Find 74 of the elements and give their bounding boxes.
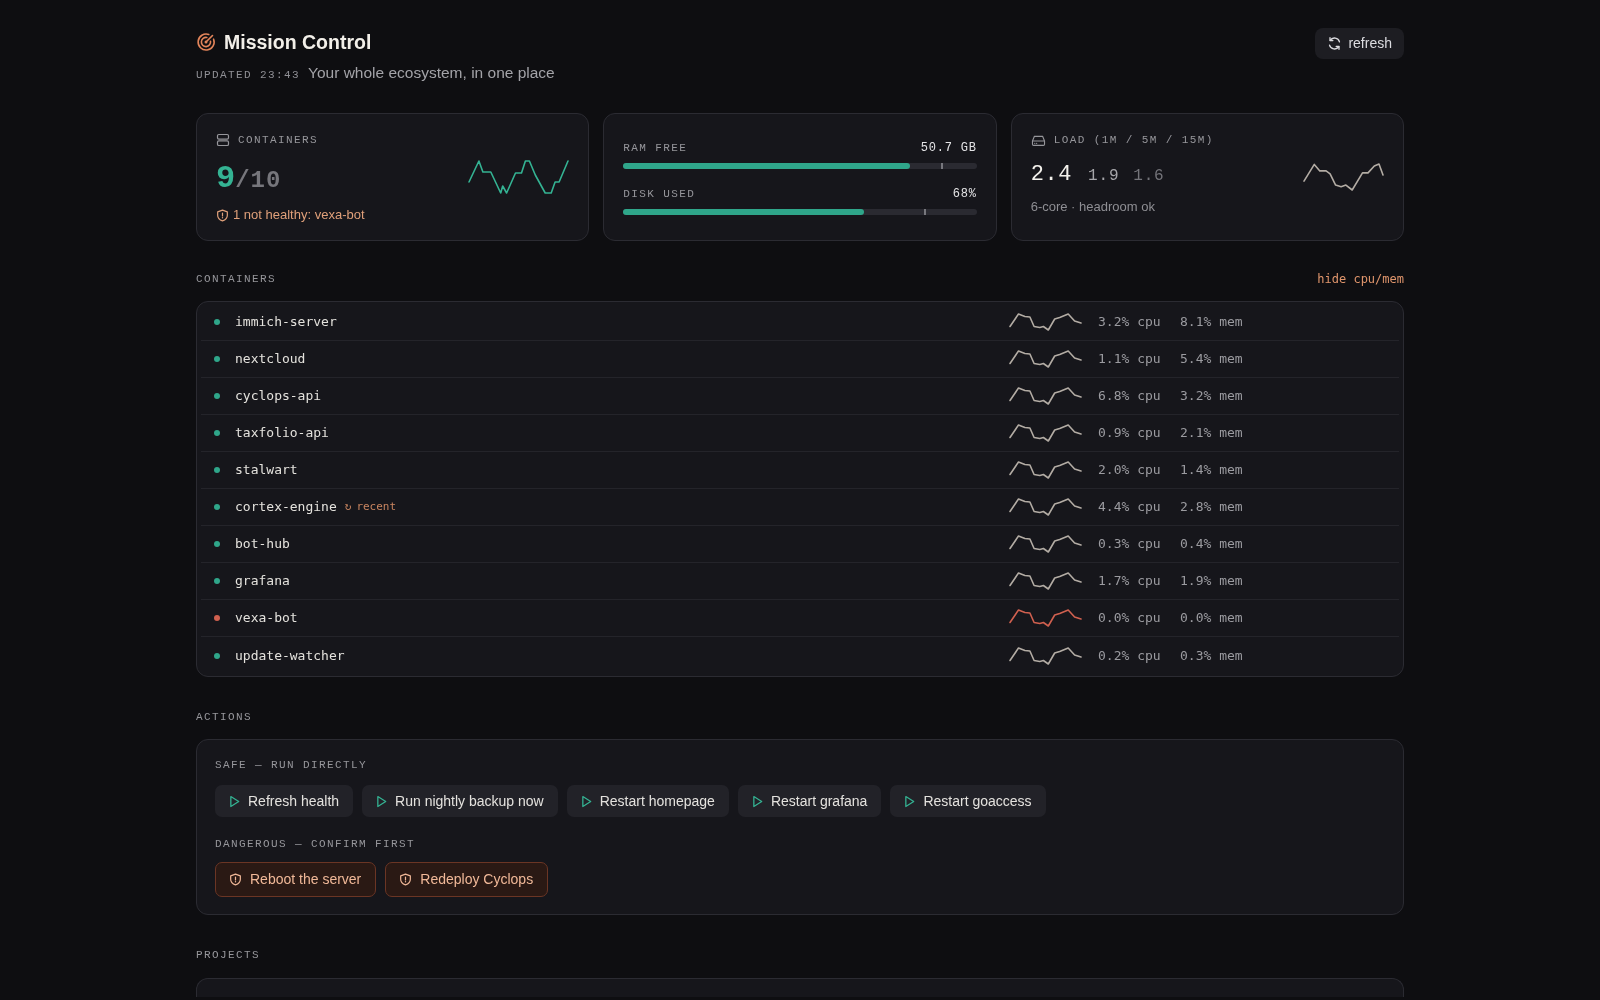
play-icon [580,794,592,808]
card-label: LOAD (1M / 5M / 15M) [1053,133,1214,148]
drive-icon [1030,133,1046,147]
meter-label: RAM FREE [623,140,688,156]
memory-usage: 8.1% mem [1180,313,1244,332]
action-button[interactable]: Restart goaccess [890,785,1046,817]
play-icon [229,794,240,808]
group-label: SAFE — RUN DIRECTLY [215,758,368,773]
refresh-icon [1327,36,1343,51]
container-name: vexa-bot [235,609,298,628]
shield-icon [229,873,242,886]
cpu-usage: 3.2% cpu [1098,313,1162,332]
load-value: 1.6 [1133,166,1165,187]
shield-icon [399,873,413,886]
container-name: immich-server [235,313,337,332]
refresh-button[interactable]: refresh [1315,28,1404,59]
total-count: /10 [235,166,282,196]
meter-label: DISK USED [623,186,696,202]
memory-usage: 1.4% mem [1180,461,1244,480]
page-title: Mission Control [224,30,372,55]
container-name: nextcloud [235,350,306,369]
play-icon [904,794,916,808]
meter-reading: 50.7 GB [920,139,977,156]
cpu-usage: 0.2% cpu [1098,646,1162,665]
running-count: 9 [216,162,236,196]
cpu-usage: 1.1% cpu [1098,350,1162,369]
toggle-link[interactable]: hide cpu/mem [1317,271,1404,287]
cpu-usage: 0.0% cpu [1098,609,1162,628]
page-subtitle: Your whole ecosystem, in one place [308,63,555,83]
action-button[interactable]: Restart grafana [737,785,882,817]
circular-arrow-icon: ↻ [344,498,352,516]
memory-usage: 0.0% mem [1180,609,1244,628]
section-heading: CONTAINERS [196,272,276,287]
play-icon [751,794,763,808]
danger-button[interactable]: Redeploy Cyclops [385,862,549,897]
memory-usage: 0.3% mem [1180,646,1244,665]
container-name: bot-hub [235,535,290,554]
memory-usage: 1.9% mem [1180,572,1244,591]
cpu-usage: 6.8% cpu [1098,387,1162,406]
cpu-usage: 4.4% cpu [1098,498,1162,517]
container-name: taxfolio-api [235,424,329,443]
unhealthy-text: 1 not healthy: vexa-bot [233,206,365,224]
container-name: grafana [235,572,290,591]
updated-time: UPDATED 23:43 [196,68,300,83]
meter-reading: 68% [952,185,977,202]
danger-button[interactable]: Reboot the server [215,862,377,897]
load-value: 1.9 [1088,166,1120,187]
memory-usage: 2.8% mem [1180,498,1244,517]
memory-usage: 3.2% mem [1180,387,1244,406]
action-button[interactable]: Refresh health [215,785,354,817]
container-name: cortex-engine [235,498,337,517]
container-name: update-watcher [235,646,345,665]
shield-icon [216,208,229,222]
radar-icon [196,32,216,52]
action-button[interactable]: Restart homepage [566,785,729,817]
cpu-usage: 1.7% cpu [1098,572,1162,591]
server-icon [216,133,230,147]
load-note: 6-core · headroom ok [1030,198,1155,216]
cpu-usage: 0.3% cpu [1098,535,1162,554]
container-name: cyclops-api [235,387,322,406]
memory-usage: 0.4% mem [1180,535,1244,554]
section-heading: PROJECTS [196,949,260,961]
load-value: 2.4 [1030,161,1073,189]
card-label: CONTAINERS [238,133,318,148]
memory-usage: 2.1% mem [1180,424,1244,443]
status-tag: recent [356,498,397,516]
cpu-usage: 2.0% cpu [1098,461,1162,480]
container-name: stalwart [235,461,298,480]
play-icon [376,794,388,808]
group-label: DANGEROUS — CONFIRM FIRST [215,837,416,852]
section-heading: ACTIONS [196,711,252,723]
cpu-usage: 0.9% cpu [1098,424,1162,443]
action-button[interactable]: Run nightly backup now [362,785,558,817]
memory-usage: 5.4% mem [1180,350,1244,369]
